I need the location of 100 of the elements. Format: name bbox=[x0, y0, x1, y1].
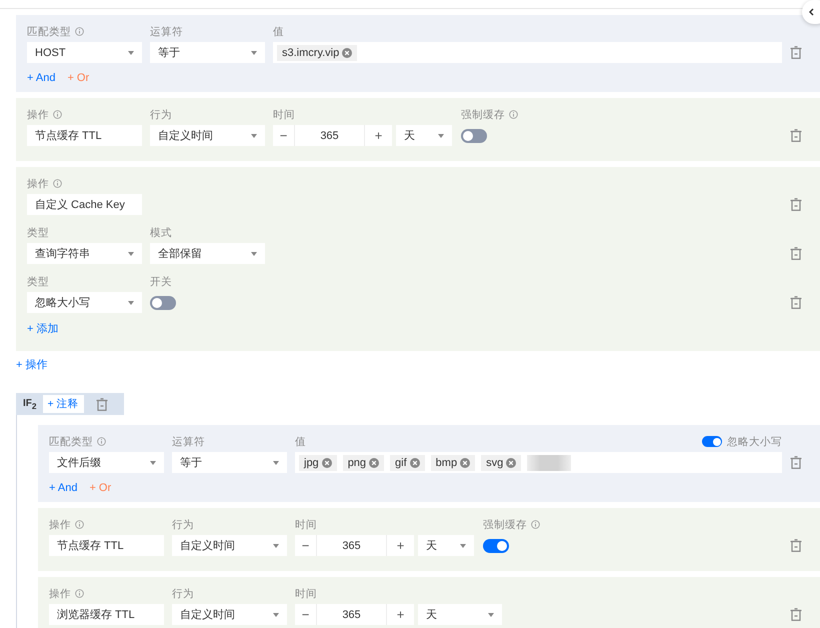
trash-icon[interactable] bbox=[790, 608, 802, 621]
field-label: 强制缓存 bbox=[461, 108, 505, 122]
dropdown-select[interactable]: HOST bbox=[27, 42, 142, 63]
dropdown-select[interactable]: 自定义时间 bbox=[172, 604, 287, 625]
text-field[interactable]: 自定义 Cache Key bbox=[27, 194, 142, 215]
remove-icon[interactable] bbox=[369, 458, 380, 468]
caret-icon bbox=[251, 50, 257, 54]
remove-icon[interactable] bbox=[460, 458, 470, 468]
toggle-switch[interactable] bbox=[483, 538, 509, 552]
value-tag: s3.imcry.vip bbox=[277, 44, 358, 60]
dropdown-select[interactable]: 等于 bbox=[172, 452, 287, 473]
trash-icon[interactable] bbox=[96, 398, 108, 410]
dropdown-select[interactable]: 查询字符串 bbox=[27, 243, 142, 264]
trash-icon[interactable] bbox=[790, 198, 802, 211]
add-and-link[interactable]: + And bbox=[27, 72, 56, 84]
info-icon bbox=[75, 589, 84, 598]
info-icon bbox=[75, 520, 84, 529]
info-icon bbox=[53, 110, 62, 119]
trash-icon[interactable] bbox=[790, 539, 802, 552]
caret-icon bbox=[488, 612, 494, 616]
dropdown-select[interactable]: 自定义时间 bbox=[150, 125, 265, 146]
number-field[interactable]: 365 bbox=[294, 125, 365, 146]
dropdown-select[interactable]: 忽略大小写 bbox=[27, 292, 142, 313]
caret-icon bbox=[273, 460, 279, 464]
rule-title: IF$_{2}$ bbox=[23, 398, 37, 410]
decrement-button[interactable]: − bbox=[273, 125, 294, 146]
add-and-link[interactable]: + And bbox=[49, 482, 78, 494]
value-tag: png bbox=[342, 454, 384, 470]
caret-icon bbox=[150, 460, 156, 464]
tag-input-field[interactable]: jpg png gif bmp svg bbox=[295, 452, 782, 473]
decrement-button[interactable]: − bbox=[295, 604, 316, 625]
field-label: 运算符 bbox=[150, 24, 183, 38]
field-label: 操作 bbox=[49, 586, 71, 600]
trash-icon[interactable] bbox=[790, 296, 802, 309]
field-label: 操作 bbox=[49, 518, 71, 532]
value-tag: bmp bbox=[430, 454, 476, 470]
trash-icon[interactable] bbox=[790, 247, 802, 260]
dropdown-select[interactable]: 全部保留 bbox=[150, 243, 265, 264]
decrement-button[interactable]: − bbox=[295, 535, 316, 556]
caret-icon bbox=[128, 300, 134, 304]
field-label: 时间 bbox=[295, 586, 317, 600]
increment-button[interactable]: + bbox=[387, 604, 414, 625]
toggle-switch[interactable] bbox=[461, 128, 487, 142]
caret-icon bbox=[251, 134, 257, 138]
number-field[interactable]: 365 bbox=[316, 604, 387, 625]
field-label: 强制缓存 bbox=[483, 518, 527, 532]
field-label: 操作 bbox=[27, 176, 49, 190]
dropdown-select[interactable]: 天 bbox=[418, 535, 474, 556]
value-tag: jpg bbox=[299, 454, 337, 470]
field-label: 运算符 bbox=[172, 434, 205, 448]
add-action-link[interactable]: + 操作 bbox=[16, 357, 820, 371]
field-label: 行为 bbox=[172, 518, 194, 532]
dropdown-select[interactable]: 天 bbox=[396, 125, 452, 146]
remove-icon[interactable] bbox=[342, 48, 352, 58]
field-label: 类型 bbox=[27, 226, 49, 240]
field-label: 匹配类型 bbox=[49, 434, 93, 448]
value-tag: gif bbox=[390, 454, 425, 470]
add-link[interactable]: + 添加 bbox=[27, 323, 58, 335]
trash-icon[interactable] bbox=[790, 456, 802, 469]
trash-icon[interactable] bbox=[790, 129, 802, 142]
remove-icon[interactable] bbox=[506, 458, 516, 468]
caret-icon bbox=[460, 544, 466, 548]
field-label: 开关 bbox=[150, 274, 172, 288]
caret-icon bbox=[273, 544, 279, 548]
dropdown-select[interactable]: 文件后缀 bbox=[49, 452, 164, 473]
text-field[interactable]: 浏览器缓存 TTL bbox=[49, 604, 164, 625]
info-icon bbox=[53, 179, 62, 188]
trash-icon[interactable] bbox=[790, 46, 802, 59]
increment-button[interactable]: + bbox=[387, 535, 414, 556]
dropdown-select[interactable]: 天 bbox=[418, 604, 502, 625]
field-label: 匹配类型 bbox=[27, 24, 71, 38]
tag-input-field[interactable]: s3.imcry.vip bbox=[273, 42, 782, 63]
caret-icon bbox=[128, 50, 134, 54]
remove-icon[interactable] bbox=[410, 458, 420, 468]
info-icon bbox=[75, 27, 84, 36]
add-comment-button[interactable]: + 注释 bbox=[42, 395, 84, 413]
toggle-switch[interactable] bbox=[150, 296, 176, 310]
info-icon bbox=[97, 437, 106, 446]
text-field[interactable]: 节点缓存 TTL bbox=[27, 125, 142, 146]
field-label: 行为 bbox=[150, 108, 172, 122]
caret-icon bbox=[128, 252, 134, 256]
toggle-label: 忽略大小写 bbox=[727, 434, 782, 449]
text-field[interactable]: 节点缓存 TTL bbox=[49, 535, 164, 556]
field-label: 类型 bbox=[27, 274, 49, 288]
info-icon bbox=[509, 110, 518, 119]
toggle-switch[interactable] bbox=[702, 436, 722, 447]
caret-icon bbox=[251, 252, 257, 256]
caret-icon bbox=[438, 134, 444, 138]
field-label: 时间 bbox=[295, 518, 317, 532]
increment-button[interactable]: + bbox=[365, 125, 392, 146]
number-field[interactable]: 365 bbox=[316, 535, 387, 556]
field-label: 值 bbox=[295, 434, 306, 448]
value-tag: svg bbox=[481, 454, 522, 470]
dropdown-select[interactable]: 自定义时间 bbox=[172, 535, 287, 556]
dropdown-select[interactable]: 等于 bbox=[150, 42, 265, 63]
caret-icon bbox=[273, 612, 279, 616]
field-label: 行为 bbox=[172, 586, 194, 600]
field-label: 模式 bbox=[150, 226, 172, 240]
info-icon bbox=[531, 520, 540, 529]
remove-icon[interactable] bbox=[322, 458, 332, 468]
